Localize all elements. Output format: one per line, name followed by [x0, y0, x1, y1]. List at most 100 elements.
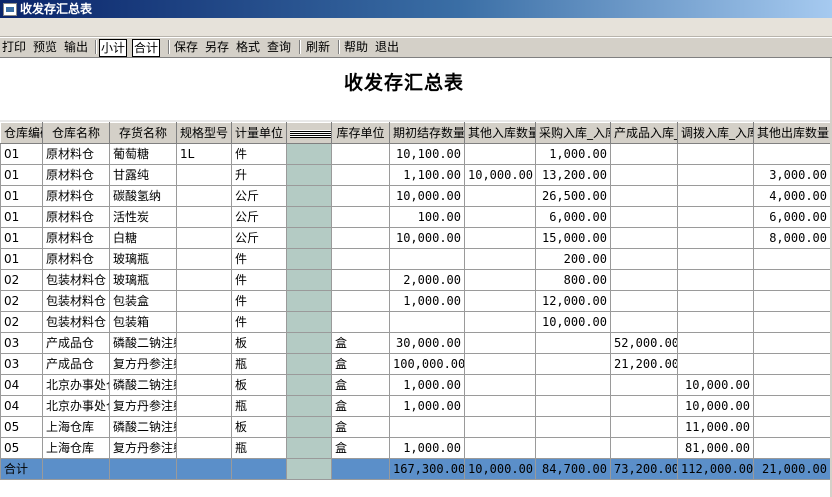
table-cell[interactable]: 包装材料仓	[42, 269, 110, 291]
table-cell[interactable]	[176, 248, 232, 270]
table-cell[interactable]: 玻璃瓶	[109, 269, 177, 291]
table-cell[interactable]: 碳酸氢纳	[109, 185, 177, 207]
table-cell[interactable]	[610, 311, 678, 333]
table-cell[interactable]: 02	[0, 311, 43, 333]
column-header[interactable]: 规格型号	[176, 122, 232, 144]
column-header[interactable]: 期初结存数量	[389, 122, 465, 144]
table-cell[interactable]: 15,000.00	[535, 227, 611, 249]
table-cell[interactable]	[286, 416, 332, 438]
table-row[interactable]: 01 原材料仓 碳酸氢纳 公斤 10,000.00 26,500.00 4,000.00	[0, 185, 831, 207]
save-as-button[interactable]: 另存	[205, 39, 229, 55]
table-cell[interactable]	[176, 374, 232, 396]
column-header[interactable]: 仓库编码	[0, 122, 43, 144]
table-cell[interactable]	[535, 332, 611, 354]
table-cell[interactable]: 81,000.00	[677, 437, 754, 459]
table-cell[interactable]: 包装箱	[109, 311, 177, 333]
table-cell[interactable]	[176, 269, 232, 291]
table-cell[interactable]: 1,000.00	[389, 395, 465, 417]
table-cell[interactable]: 板	[231, 416, 287, 438]
table-cell[interactable]	[677, 248, 754, 270]
table-cell[interactable]: 10,000.00	[535, 311, 611, 333]
table-cell[interactable]	[677, 164, 754, 186]
table-row[interactable]: 04北京办事处仓库磷酸二钠注射液 板 盒1,000.00 10,000.00	[0, 374, 831, 396]
table-cell[interactable]	[331, 164, 390, 186]
table-cell[interactable]: 2,000.00	[389, 269, 465, 291]
table-cell[interactable]: 产成品仓	[42, 353, 110, 375]
total-cell[interactable]: 167,300.00	[389, 458, 465, 480]
table-cell[interactable]	[610, 185, 678, 207]
table-cell[interactable]	[464, 395, 536, 417]
table-cell[interactable]: 10,100.00	[389, 143, 465, 165]
total-cell[interactable]	[286, 458, 332, 480]
column-header[interactable]: 采购入库_入库数量	[535, 122, 611, 144]
table-cell[interactable]	[610, 290, 678, 312]
table-cell[interactable]: 10,000.00	[389, 185, 465, 207]
table-cell[interactable]: 瓶	[231, 353, 287, 375]
table-cell[interactable]: 活性炭	[109, 206, 177, 228]
table-cell[interactable]	[464, 374, 536, 396]
query-button[interactable]: 查询	[267, 39, 291, 55]
table-cell[interactable]: 复方丹参注射液	[109, 395, 177, 417]
table-cell[interactable]: 6,000.00	[753, 206, 831, 228]
table-cell[interactable]: 上海仓库	[42, 416, 110, 438]
table-row[interactable]: 01 原材料仓 玻璃瓶 件 200.00	[0, 248, 831, 270]
table-cell[interactable]	[677, 206, 754, 228]
table-cell[interactable]	[286, 374, 332, 396]
table-cell[interactable]	[331, 248, 390, 270]
table-cell[interactable]	[535, 374, 611, 396]
table-row[interactable]: 02 包装材料仓 包装箱 件 10,000.00	[0, 311, 831, 333]
table-cell[interactable]	[331, 185, 390, 207]
table-row[interactable]: 02 包装材料仓 玻璃瓶 件 2,000.00 800.00	[0, 269, 831, 291]
output-button[interactable]: 输出	[64, 39, 88, 55]
table-cell[interactable]: 3,000.00	[753, 164, 831, 186]
table-cell[interactable]	[677, 227, 754, 249]
table-cell[interactable]	[535, 416, 611, 438]
table-row[interactable]: 03产成品仓复方丹参注射液 瓶 盒100,000.00 21,200.00	[0, 353, 831, 375]
table-cell[interactable]: 包装材料仓	[42, 290, 110, 312]
table-cell[interactable]	[464, 227, 536, 249]
table-cell[interactable]	[176, 353, 232, 375]
table-cell[interactable]	[464, 353, 536, 375]
table-cell[interactable]: 01	[0, 227, 43, 249]
table-cell[interactable]: 上海仓库	[42, 437, 110, 459]
table-cell[interactable]: 公斤	[231, 185, 287, 207]
table-cell[interactable]: 原材料仓	[42, 248, 110, 270]
table-cell[interactable]	[677, 290, 754, 312]
table-cell[interactable]: 03	[0, 332, 43, 354]
total-row[interactable]: 合计 167,300.00 10,000.00 84,700.00 73,200.00 1…	[0, 458, 831, 480]
table-cell[interactable]	[464, 437, 536, 459]
table-cell[interactable]	[753, 353, 831, 375]
table-cell[interactable]	[753, 437, 831, 459]
table-cell[interactable]: 件	[231, 269, 287, 291]
table-cell[interactable]: 北京办事处仓库	[42, 374, 110, 396]
total-cell[interactable]	[231, 458, 287, 480]
table-cell[interactable]	[610, 395, 678, 417]
table-cell[interactable]: 甘露纯	[109, 164, 177, 186]
save-button[interactable]: 保存	[174, 39, 198, 55]
table-cell[interactable]	[677, 269, 754, 291]
table-cell[interactable]: 瓶	[231, 437, 287, 459]
table-cell[interactable]: 原材料仓	[42, 185, 110, 207]
column-header[interactable]: 产成品入库_入库数量	[610, 122, 678, 144]
table-cell[interactable]: 200.00	[535, 248, 611, 270]
table-cell[interactable]	[677, 332, 754, 354]
table-row[interactable]: 01 原材料仓 活性炭 公斤 100.00 6,000.00 6,000.00	[0, 206, 831, 228]
table-cell[interactable]	[535, 353, 611, 375]
table-cell[interactable]	[464, 143, 536, 165]
table-cell[interactable]: 盒	[331, 374, 390, 396]
table-cell[interactable]: 板	[231, 374, 287, 396]
table-cell[interactable]	[331, 143, 390, 165]
table-cell[interactable]: 原材料仓	[42, 206, 110, 228]
table-cell[interactable]: 白糖	[109, 227, 177, 249]
table-cell[interactable]: 10,000.00	[464, 164, 536, 186]
table-cell[interactable]: 10,000.00	[677, 374, 754, 396]
table-cell[interactable]	[753, 248, 831, 270]
table-cell[interactable]: 6,000.00	[535, 206, 611, 228]
table-cell[interactable]: 26,500.00	[535, 185, 611, 207]
table-cell[interactable]	[331, 227, 390, 249]
table-cell[interactable]: 11,000.00	[677, 416, 754, 438]
table-cell[interactable]	[286, 353, 332, 375]
table-cell[interactable]: 03	[0, 353, 43, 375]
refresh-button[interactable]: 刷新	[306, 39, 330, 55]
exit-button[interactable]: 退出	[375, 39, 399, 55]
